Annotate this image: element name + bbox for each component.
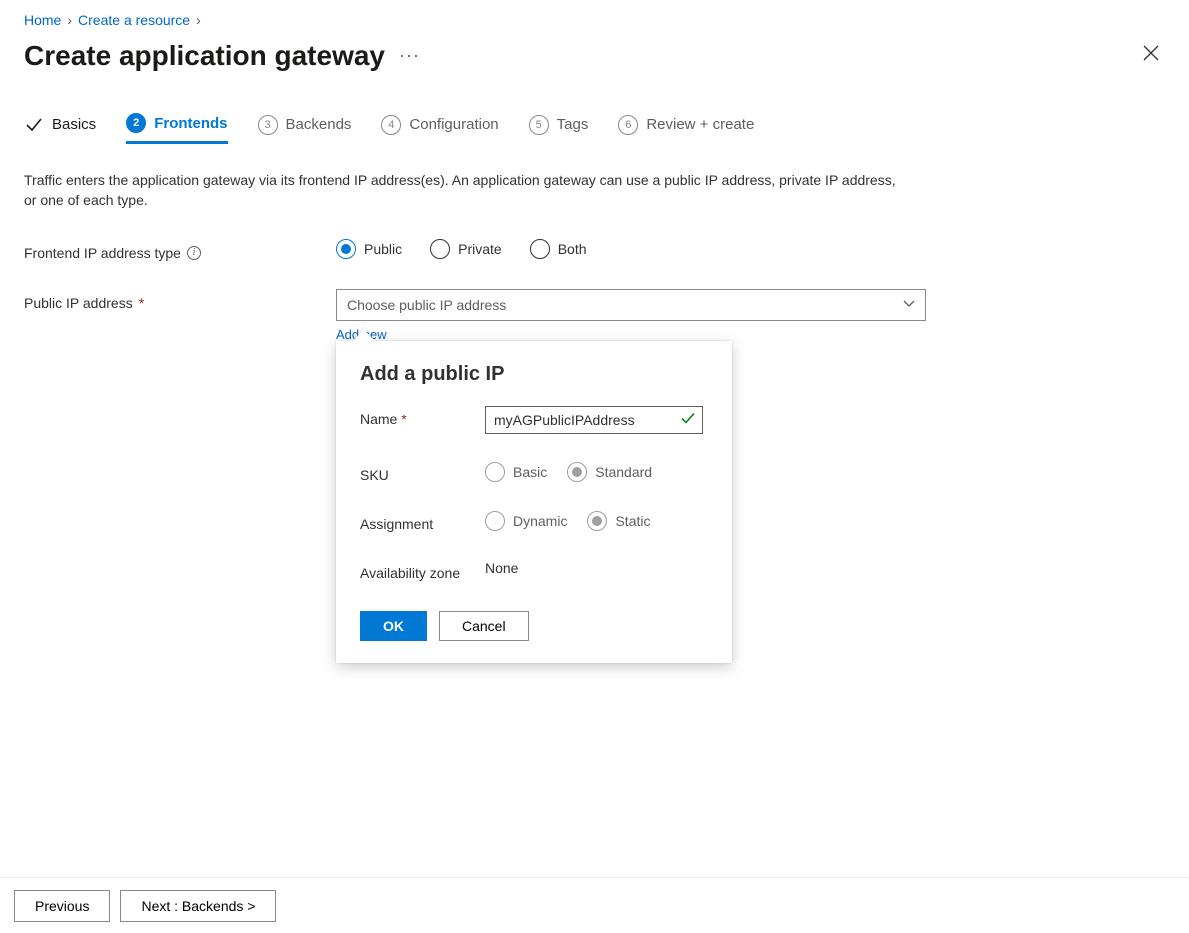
tab-configuration[interactable]: 4 Configuration (381, 115, 498, 143)
assignment-label: Assignment (360, 511, 485, 532)
tab-backends[interactable]: 3 Backends (258, 115, 352, 143)
radio-both-label: Both (558, 241, 587, 257)
info-icon[interactable]: i (187, 246, 201, 260)
tab-review-create[interactable]: 6 Review + create (618, 115, 754, 143)
required-asterisk-icon: * (401, 411, 406, 427)
radio-private[interactable]: Private (430, 239, 502, 259)
radio-public-label: Public (364, 241, 402, 257)
breadcrumb: Home › Create a resource › (24, 12, 1165, 28)
availability-zone-label: Availability zone (360, 560, 485, 581)
cancel-button[interactable]: Cancel (439, 611, 529, 641)
radio-sku-basic: Basic (485, 462, 547, 482)
public-ip-dropdown[interactable]: Choose public IP address (336, 289, 926, 321)
radio-assign-static: Static (587, 511, 650, 531)
more-actions-icon[interactable]: ··· (399, 45, 420, 66)
radio-sku-standard: Standard (567, 462, 652, 482)
radio-sku-basic-label: Basic (513, 464, 547, 480)
tab-basics[interactable]: Basics (24, 115, 96, 143)
name-input[interactable] (485, 406, 703, 434)
tab-configuration-label: Configuration (409, 116, 498, 133)
tab-frontends[interactable]: 2 Frontends (126, 113, 227, 144)
next-button[interactable]: Next : Backends > (120, 890, 276, 922)
tab-number-icon: 6 (618, 115, 638, 135)
tab-number-icon: 3 (258, 115, 278, 135)
tab-number-icon: 2 (126, 113, 146, 133)
tab-frontends-label: Frontends (154, 115, 227, 132)
public-ip-label: Public IP address (24, 295, 133, 311)
checkmark-icon (24, 115, 44, 135)
wizard-tabs: Basics 2 Frontends 3 Backends 4 Configur… (24, 113, 1165, 144)
chevron-right-icon: › (67, 12, 72, 28)
page-title: Create application gateway (24, 40, 385, 72)
radio-private-label: Private (458, 241, 502, 257)
wizard-footer: Previous Next : Backends > (0, 877, 1189, 933)
popup-title: Add a public IP (360, 363, 708, 386)
tab-basics-label: Basics (52, 116, 96, 133)
frontend-ip-type-label: Frontend IP address type (24, 245, 181, 261)
tab-number-icon: 5 (529, 115, 549, 135)
chevron-down-icon (903, 297, 915, 313)
tab-tags[interactable]: 5 Tags (529, 115, 589, 143)
tab-number-icon: 4 (381, 115, 401, 135)
tab-review-label: Review + create (646, 116, 754, 133)
required-asterisk-icon: * (139, 295, 144, 311)
close-icon[interactable] (1137, 38, 1165, 73)
sku-label: SKU (360, 462, 485, 483)
add-public-ip-popup: Add a public IP Name * (336, 341, 732, 663)
chevron-right-icon: › (196, 12, 201, 28)
radio-public[interactable]: Public (336, 239, 402, 259)
radio-assign-dynamic-label: Dynamic (513, 513, 567, 529)
breadcrumb-create-resource[interactable]: Create a resource (78, 12, 190, 28)
tab-tags-label: Tags (557, 116, 589, 133)
checkmark-icon (681, 411, 695, 428)
ok-button[interactable]: OK (360, 611, 427, 641)
radio-sku-standard-label: Standard (595, 464, 652, 480)
tab-description: Traffic enters the application gateway v… (24, 170, 904, 211)
radio-assign-dynamic: Dynamic (485, 511, 567, 531)
radio-assign-static-label: Static (615, 513, 650, 529)
breadcrumb-home[interactable]: Home (24, 12, 61, 28)
public-ip-dropdown-placeholder: Choose public IP address (347, 297, 506, 313)
radio-both[interactable]: Both (530, 239, 587, 259)
availability-zone-value: None (485, 560, 708, 576)
tab-backends-label: Backends (286, 116, 352, 133)
previous-button[interactable]: Previous (14, 890, 110, 922)
name-field-label: Name (360, 411, 397, 427)
